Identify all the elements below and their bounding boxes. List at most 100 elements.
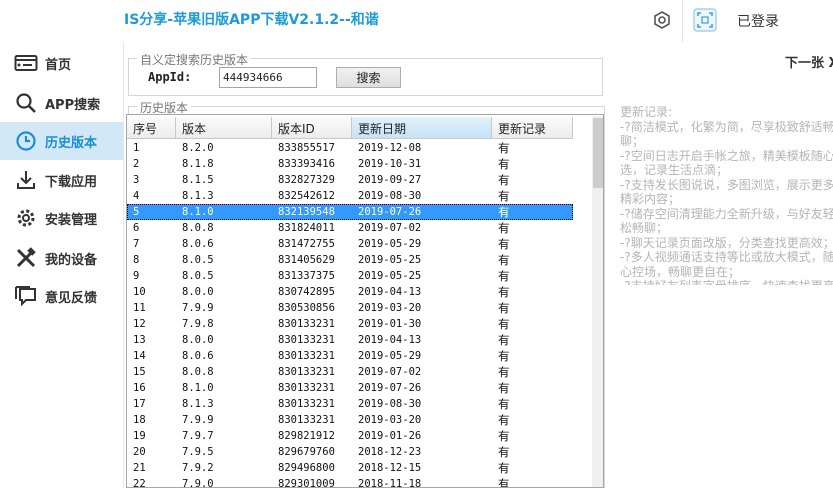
cell-update-date: 2019-07-26	[358, 382, 422, 394]
cell-index: 21	[133, 462, 146, 474]
cell-changelog: 有	[498, 381, 510, 395]
table-row[interactable]: 17 8.1.3 830133231 2019-08-30 有	[127, 396, 573, 412]
table-row[interactable]: 15 8.0.8 830133231 2019-07-02 有	[127, 364, 573, 380]
cell-update-date: 2018-12-15	[358, 462, 422, 474]
custom-search-group-title: 自义定搜索历史版本	[137, 51, 252, 68]
cell-version: 8.1.8	[182, 158, 214, 170]
cell-changelog: 有	[498, 285, 510, 299]
table-row[interactable]: 18 7.9.9 830133231 2019-03-20 有	[127, 412, 573, 428]
table-row[interactable]: 14 8.0.6 830133231 2019-05-29 有	[127, 348, 573, 364]
cell-update-date: 2019-08-30	[358, 190, 422, 202]
cell-version: 8.1.5	[182, 174, 214, 186]
sidebar-item-install-manage[interactable]: 安装管理	[0, 199, 123, 237]
table-scrollbar[interactable]	[592, 116, 603, 487]
app-title: IS分享-苹果旧版APP下载V2.1.2--和谐	[124, 12, 379, 28]
cell-changelog: 有	[498, 189, 510, 203]
table-row[interactable]: 3 8.1.5 832827329 2019-09-27 有	[127, 172, 573, 188]
column-header-version-id[interactable]: 版本ID	[272, 117, 352, 139]
table-row[interactable]: 19 7.9.7 829821912 2019-01-26 有	[127, 428, 573, 444]
cell-index: 17	[133, 398, 146, 410]
cell-update-date: 2019-08-30	[358, 398, 422, 410]
cell-version-id: 831472755	[278, 238, 335, 250]
table-row[interactable]: 22 7.9.0 829301009 2018-11-18 有	[127, 476, 573, 488]
sidebar: 首页 APP搜索 历史版本 下载应用 安装管理 我的设备 意见反馈	[0, 42, 123, 488]
column-header-update-date[interactable]: 更新日期	[352, 117, 492, 139]
sidebar-item-label: 首页	[45, 58, 72, 73]
table-row[interactable]: 10 8.0.0 830742895 2019-04-13 有	[127, 284, 573, 300]
table-row[interactable]: 5 8.1.0 832139548 2019-07-26 有	[127, 204, 573, 220]
changelog-line: 选，记录生活点滴；	[620, 163, 729, 177]
appid-input[interactable]	[219, 67, 317, 88]
cell-changelog: 有	[498, 461, 510, 475]
sidebar-item-history[interactable]: 历史版本	[0, 122, 123, 160]
cell-update-date: 2019-09-27	[358, 174, 422, 186]
table-row[interactable]: 11 7.9.9 830530856 2019-03-20 有	[127, 300, 573, 316]
cell-version: 7.9.9	[182, 414, 214, 426]
sidebar-item-feedback[interactable]: 意见反馈	[0, 277, 123, 315]
table-row[interactable]: 13 8.0.0 830133231 2019-04-13 有	[127, 332, 573, 348]
settings-icon[interactable]	[653, 11, 671, 29]
cell-version: 8.0.6	[182, 350, 214, 362]
cell-changelog: 有	[498, 349, 510, 363]
search-button[interactable]: 搜索	[336, 67, 401, 88]
sidebar-item-home[interactable]: 首页	[0, 44, 123, 82]
cell-update-date: 2018-11-18	[358, 478, 422, 488]
cell-index: 15	[133, 366, 146, 378]
cell-version-id: 830133231	[278, 382, 335, 394]
clock-icon	[14, 130, 38, 152]
cell-version-id: 830133231	[278, 318, 335, 330]
cell-index: 1	[133, 142, 140, 154]
cell-changelog: 有	[498, 237, 510, 251]
changelog-line: 精彩内容；	[620, 192, 681, 206]
cell-index: 2	[133, 158, 140, 170]
top-bar: IS分享-苹果旧版APP下载V2.1.2--和谐 已登录	[0, 0, 833, 42]
cell-changelog: 有	[498, 205, 510, 219]
table-row[interactable]: 1 8.2.0 833855517 2019-12-08 有	[127, 140, 573, 156]
cell-index: 13	[133, 334, 146, 346]
cell-index: 7	[133, 238, 140, 250]
table-row[interactable]: 6 8.0.8 831824011 2019-07-02 有	[127, 220, 573, 236]
cell-version-id: 832827329	[278, 174, 335, 186]
cell-update-date: 2019-05-29	[358, 238, 422, 250]
login-status[interactable]: 已登录	[737, 11, 779, 31]
table-row[interactable]: 21 7.9.2 829496800 2018-12-15 有	[127, 460, 573, 476]
cell-update-date: 2018-12-23	[358, 446, 422, 458]
feedback-icon	[14, 285, 38, 307]
table-row[interactable]: 7 8.0.6 831472755 2019-05-29 有	[127, 236, 573, 252]
home-icon	[14, 52, 38, 74]
cell-version: 8.2.0	[182, 142, 214, 154]
column-header-changelog[interactable]: 更新记录	[492, 117, 573, 139]
cell-version: 8.0.5	[182, 270, 214, 282]
cell-version-id: 830133231	[278, 334, 335, 346]
column-header-index[interactable]: 序号	[127, 117, 176, 139]
cell-index: 12	[133, 318, 146, 330]
cell-version: 8.1.0	[182, 206, 214, 218]
table-row[interactable]: 8 8.0.5 831405629 2019-05-25 有	[127, 252, 573, 268]
table-row[interactable]: 4 8.1.3 832542612 2019-08-30 有	[127, 188, 573, 204]
cell-update-date: 2019-05-25	[358, 270, 422, 282]
table-row[interactable]: 9 8.0.5 831337375 2019-05-25 有	[127, 268, 573, 284]
sidebar-item-app-search[interactable]: APP搜索	[0, 84, 123, 122]
table-row[interactable]: 20 7.9.5 829679760 2018-12-23 有	[127, 444, 573, 460]
cell-version-id: 832542612	[278, 190, 335, 202]
table-row[interactable]: 2 8.1.8 833393416 2019-10-31 有	[127, 156, 573, 172]
cell-version-id: 830133231	[278, 414, 335, 426]
table-row[interactable]: 12 7.9.8 830133231 2019-01-30 有	[127, 316, 573, 332]
sidebar-item-label: 我的设备	[45, 253, 98, 268]
history-table[interactable]: 序号 版本 版本ID 更新日期 更新记录 1 8.2.0 833855517 2019…	[126, 114, 604, 488]
sidebar-item-my-devices[interactable]: 我的设备	[0, 239, 123, 277]
sidebar-divider	[123, 42, 124, 488]
next-page-button[interactable]: 下一张 X	[785, 52, 833, 71]
scrollbar-thumb[interactable]	[593, 118, 603, 188]
cell-index: 22	[133, 478, 146, 488]
cell-changelog: 有	[498, 221, 510, 235]
cell-index: 8	[133, 254, 140, 266]
device-avatar-icon[interactable]	[693, 8, 717, 32]
changelog-line: 聊；	[620, 134, 645, 148]
table-row[interactable]: 16 8.1.0 830133231 2019-07-26 有	[127, 380, 573, 396]
cell-version-id: 829679760	[278, 446, 335, 458]
cell-update-date: 2019-05-25	[358, 254, 422, 266]
column-header-version[interactable]: 版本	[176, 117, 272, 139]
cell-version-id: 831337375	[278, 270, 335, 282]
sidebar-item-download[interactable]: 下载应用	[0, 161, 123, 199]
